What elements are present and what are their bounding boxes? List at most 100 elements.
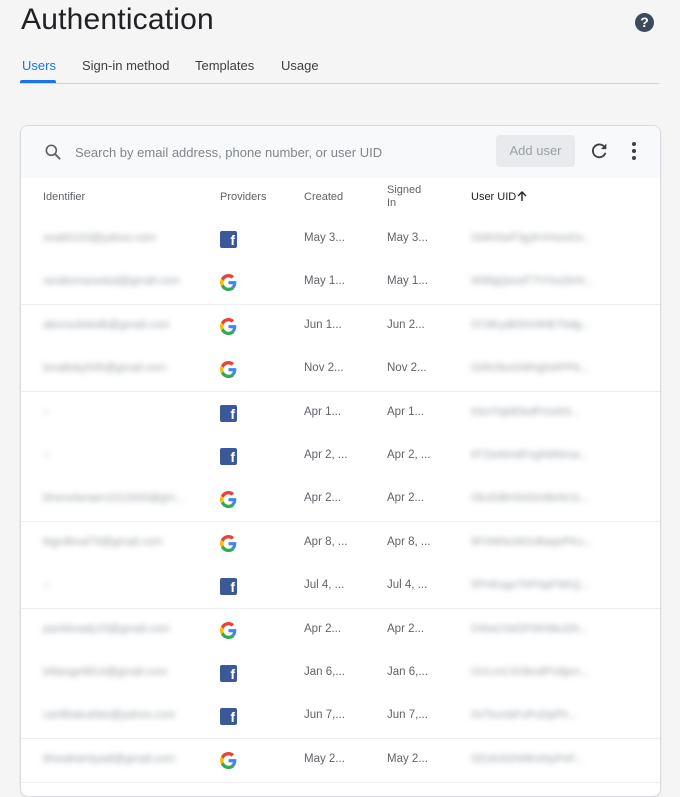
google-icon bbox=[220, 534, 237, 552]
row-user-uid: 5PHKsgv7hFHpFNKQ... bbox=[471, 579, 590, 592]
row-identifier: raraitumaraskal@gmail.com bbox=[43, 275, 181, 288]
column-header-signed-in-line2[interactable]: In bbox=[387, 197, 396, 209]
facebook-icon: f bbox=[220, 404, 237, 422]
tab-templates[interactable]: Templates bbox=[195, 58, 254, 73]
google-icon bbox=[220, 751, 237, 769]
google-icon bbox=[220, 274, 237, 292]
row-identifier: -- bbox=[43, 449, 51, 461]
table-row[interactable]: pambivady15@gmail.com Apr 2... Apr 2... D4I… bbox=[21, 608, 660, 653]
row-signed-in: May 1... bbox=[387, 275, 428, 288]
table-row[interactable]: ttheaikamtyadl@gmail.com May 2... May 2...… bbox=[21, 738, 660, 783]
column-header-created[interactable]: Created bbox=[304, 191, 343, 203]
row-signed-in: Apr 1... bbox=[387, 405, 425, 418]
table-row[interactable]: abonsololedb@gmail.com Jun 1... Jun 2... O7… bbox=[21, 304, 660, 349]
row-identifier: abonsololedb@gmail.com bbox=[43, 318, 170, 331]
column-header-user-uid[interactable]: User UID bbox=[471, 191, 516, 203]
row-signed-in: Apr 2... bbox=[387, 622, 425, 635]
table-row[interactable]: lonaltoky545@gmail.com Nov 2... Nov 2... G0… bbox=[21, 348, 660, 393]
table-row[interactable]: raraitumaraskal@gmail.com May 1... May 1..… bbox=[21, 261, 660, 306]
users-table-card: Add user Identifier Providers Created Si… bbox=[20, 125, 661, 797]
facebook-icon: f bbox=[220, 448, 237, 465]
row-identifier: loltange9814@gmail.com bbox=[43, 666, 168, 678]
row-created: Jan 6,... bbox=[304, 666, 345, 678]
facebook-icon: f bbox=[220, 231, 237, 248]
row-created: Jul 4, ... bbox=[304, 579, 345, 592]
google-icon bbox=[220, 491, 237, 509]
google-icon bbox=[220, 621, 237, 639]
row-created: Apr 2... bbox=[304, 492, 342, 505]
row-user-uid: 9F0WNcMGvBaqoPKs... bbox=[471, 535, 593, 548]
row-created: May 1... bbox=[304, 275, 345, 288]
tab-bar: Users Sign-in method Templates Usage bbox=[20, 48, 659, 84]
row-user-uid: G0hOkoGMHgNAPPb... bbox=[471, 362, 589, 375]
row-created: Apr 8, ... bbox=[304, 535, 348, 548]
row-identifier: pambivady15@gmail.com bbox=[43, 622, 170, 635]
google-icon bbox=[220, 361, 237, 379]
help-circle-icon[interactable]: ? bbox=[635, 13, 654, 32]
row-signed-in: Apr 8, ... bbox=[387, 535, 431, 548]
row-user-uid: 6TZwNmdFzghMNroa... bbox=[471, 449, 589, 461]
row-user-uid: OkJGBHS0GmBsNr1t... bbox=[471, 492, 589, 505]
facebook-icon: f bbox=[220, 708, 237, 726]
active-tab-indicator bbox=[20, 80, 56, 83]
row-identifier: -- bbox=[43, 405, 51, 418]
search-icon bbox=[45, 144, 61, 160]
row-identifier: canfibalcahke@yahoo.com bbox=[43, 709, 176, 722]
table-row[interactable]: canfibalcahke@yahoo.com f Jun 7,... Jun 7,.… bbox=[21, 695, 660, 740]
row-created: Nov 2... bbox=[304, 362, 344, 375]
column-header-providers: Providers bbox=[220, 191, 267, 203]
row-created: Jun 7,... bbox=[304, 709, 345, 722]
row-user-uid: W9tlgQevdT7tYhoZkHt... bbox=[471, 275, 594, 288]
table-row[interactable]: bignillmal79@gmail.com Apr 8, ... Apr 8, .… bbox=[21, 521, 660, 566]
row-created: Apr 2... bbox=[304, 622, 342, 635]
more-vert-icon[interactable] bbox=[625, 140, 643, 162]
tab-sign-in-method[interactable]: Sign-in method bbox=[82, 58, 169, 73]
add-user-button[interactable]: Add user bbox=[496, 135, 575, 167]
table-header: Identifier Providers Created Signed In U… bbox=[21, 178, 660, 219]
row-signed-in: Apr 2... bbox=[387, 492, 425, 505]
row-identifier: ttheaikamtyadl@gmail.com bbox=[43, 752, 176, 765]
table-row[interactable]: -- f Apr 1... Apr 1... KkoYlqMDkdPmoK6... bbox=[21, 391, 660, 436]
facebook-icon: f bbox=[220, 665, 237, 682]
page-title: Authentication bbox=[21, 3, 214, 36]
row-identifier: bhonulwraen1012000@gm... bbox=[43, 492, 185, 505]
tab-users[interactable]: Users bbox=[22, 58, 56, 73]
arrow-up-icon[interactable] bbox=[516, 190, 528, 202]
row-created: May 2... bbox=[304, 752, 345, 765]
row-signed-in: Jun 7,... bbox=[387, 709, 428, 722]
row-created: May 3... bbox=[304, 232, 345, 244]
search-input[interactable] bbox=[73, 140, 437, 164]
row-user-uid: O7dKydk5Hv9hB7Ndg... bbox=[471, 318, 591, 331]
row-signed-in: Jul 4, ... bbox=[387, 579, 428, 592]
row-identifier: lonaltoky545@gmail.com bbox=[43, 362, 167, 375]
column-header-signed-in-line1[interactable]: Signed bbox=[387, 184, 421, 196]
table-row[interactable]: ovati0153@yahoo.com f May 3... May 3... GMHS… bbox=[21, 218, 660, 262]
table-toolbar: Add user bbox=[21, 126, 660, 179]
facebook-icon: f bbox=[220, 578, 237, 596]
row-identifier: ovati0153@yahoo.com bbox=[43, 232, 156, 244]
row-signed-in: Jan 6,... bbox=[387, 666, 428, 678]
row-identifier: bignillmal79@gmail.com bbox=[43, 535, 163, 548]
table-row[interactable]: loltange9814@gmail.com f Jan 6,... Jan 6,..… bbox=[21, 652, 660, 696]
tab-usage[interactable]: Usage bbox=[281, 58, 319, 73]
table-row[interactable]: bhonulwraen1012000@gm... Apr 2... Apr 2...… bbox=[21, 478, 660, 523]
row-user-uid: D4IwUVeDFNhNkuDh... bbox=[471, 622, 589, 635]
row-signed-in: Jun 2... bbox=[387, 318, 425, 331]
row-user-uid: GVLmCSOkndPVdpm... bbox=[471, 666, 589, 678]
row-user-uid: GMHSeP3g3rVHsmDv... bbox=[471, 232, 592, 244]
refresh-icon[interactable] bbox=[588, 140, 610, 162]
table-row[interactable]: -- f Jul 4, ... Jul 4, ... 5PHKsgv7hFHpFNKQ.… bbox=[21, 565, 660, 610]
google-icon bbox=[220, 317, 237, 335]
row-user-uid: KkoYlqMDkdPmoK6... bbox=[471, 405, 580, 418]
row-signed-in: May 3... bbox=[387, 232, 428, 244]
row-created: Apr 2, ... bbox=[304, 449, 348, 461]
row-signed-in: May 2... bbox=[387, 752, 428, 765]
row-signed-in: Apr 2, ... bbox=[387, 449, 431, 461]
table-row[interactable]: -- f Apr 2, ... Apr 2, ... 6TZwNmdFzghMNroa.… bbox=[21, 435, 660, 479]
row-signed-in: Nov 2... bbox=[387, 362, 427, 375]
row-identifier: -- bbox=[43, 579, 51, 592]
row-user-uid: GDzkSt2N9KsNyPoF... bbox=[471, 752, 584, 765]
row-created: Jun 1... bbox=[304, 318, 342, 331]
column-header-identifier[interactable]: Identifier bbox=[43, 191, 85, 203]
row-user-uid: 0VTsuVaFuPuDpPh... bbox=[471, 709, 578, 722]
